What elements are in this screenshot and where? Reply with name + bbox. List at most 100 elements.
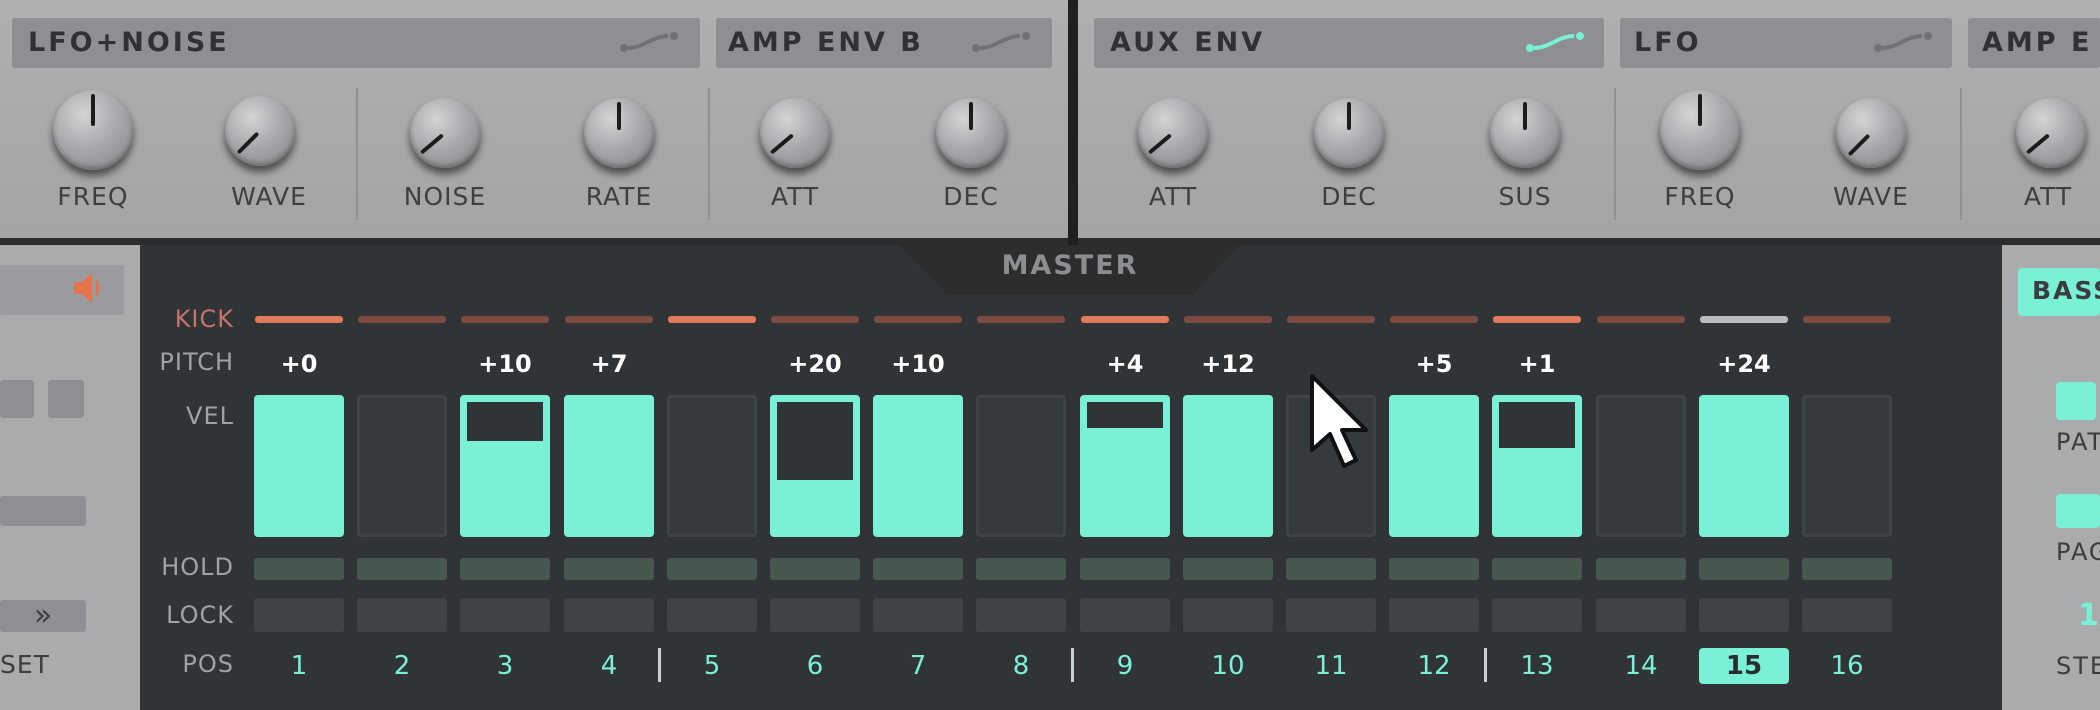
hold-step[interactable]	[873, 558, 963, 580]
position-number[interactable]: 12	[1389, 648, 1479, 684]
kick-step[interactable]	[461, 316, 549, 323]
velocity-step[interactable]	[1802, 395, 1892, 537]
kick-step[interactable]	[977, 316, 1065, 323]
lock-step[interactable]	[976, 598, 1066, 632]
att-knob[interactable]	[760, 98, 830, 168]
position-number[interactable]: 5	[667, 648, 757, 684]
kick-step[interactable]	[1493, 316, 1581, 323]
pitch-value[interactable]: +12	[1184, 350, 1272, 378]
lock-step[interactable]	[254, 598, 344, 632]
hold-step[interactable]	[1802, 558, 1892, 580]
kick-step[interactable]	[565, 316, 653, 323]
kick-step[interactable]	[1597, 316, 1685, 323]
pitch-value[interactable]: +0	[255, 350, 343, 378]
lock-step[interactable]	[1492, 598, 1582, 632]
hold-step[interactable]	[1080, 558, 1170, 580]
kick-step[interactable]	[1700, 316, 1788, 323]
freq-knob[interactable]	[1660, 90, 1740, 170]
position-number[interactable]: 2	[357, 648, 447, 684]
position-number[interactable]: 10	[1183, 648, 1273, 684]
att-knob[interactable]	[2016, 98, 2086, 168]
velocity-step[interactable]	[1596, 395, 1686, 537]
lock-step[interactable]	[460, 598, 550, 632]
hold-step[interactable]	[1389, 558, 1479, 580]
lock-step[interactable]	[357, 598, 447, 632]
position-playhead[interactable]: 15	[1699, 648, 1789, 684]
hold-step[interactable]	[460, 558, 550, 580]
left-button-a[interactable]	[0, 380, 34, 418]
page-button[interactable]	[2056, 494, 2100, 528]
track-mute-area[interactable]	[0, 265, 124, 315]
hold-step[interactable]	[1286, 558, 1376, 580]
pattern-button[interactable]	[2056, 382, 2096, 420]
lock-step[interactable]	[1596, 598, 1686, 632]
position-number[interactable]: 3	[460, 648, 550, 684]
lock-step[interactable]	[667, 598, 757, 632]
envelope-curve-icon[interactable]	[1872, 30, 1938, 54]
kick-step[interactable]	[874, 316, 962, 323]
position-number[interactable]: 7	[873, 648, 963, 684]
pitch-value[interactable]: +20	[771, 350, 859, 378]
envelope-curve-icon[interactable]	[618, 30, 684, 54]
hold-step[interactable]	[1596, 558, 1686, 580]
hold-step[interactable]	[1699, 558, 1789, 580]
velocity-step[interactable]	[254, 395, 344, 537]
velocity-step[interactable]	[873, 395, 963, 537]
kick-step[interactable]	[771, 316, 859, 323]
lock-step[interactable]	[1286, 598, 1376, 632]
freq-knob[interactable]	[53, 90, 133, 170]
velocity-step[interactable]	[667, 395, 757, 537]
velocity-step[interactable]	[976, 395, 1066, 537]
velocity-step[interactable]	[770, 395, 860, 537]
kick-step[interactable]	[255, 316, 343, 323]
hold-step[interactable]	[357, 558, 447, 580]
position-number[interactable]: 8	[976, 648, 1066, 684]
pitch-value[interactable]: +7	[565, 350, 653, 378]
pitch-value[interactable]: +10	[874, 350, 962, 378]
velocity-step[interactable]	[1389, 395, 1479, 537]
lock-step[interactable]	[1183, 598, 1273, 632]
kick-step[interactable]	[1184, 316, 1272, 323]
position-number[interactable]: 11	[1286, 648, 1376, 684]
position-number[interactable]: 9	[1080, 648, 1170, 684]
lock-step[interactable]	[1080, 598, 1170, 632]
hold-step[interactable]	[564, 558, 654, 580]
kick-step[interactable]	[1287, 316, 1375, 323]
lock-step[interactable]	[873, 598, 963, 632]
position-number[interactable]: 13	[1492, 648, 1582, 684]
left-button-b[interactable]	[48, 380, 84, 418]
velocity-step[interactable]	[1699, 395, 1789, 537]
wave-knob[interactable]	[225, 96, 295, 166]
kick-step[interactable]	[1390, 316, 1478, 323]
dec-knob[interactable]	[1314, 98, 1384, 168]
kick-step[interactable]	[358, 316, 446, 323]
step-value[interactable]: 1	[2078, 598, 2099, 633]
kick-step[interactable]	[1803, 316, 1891, 323]
hold-step[interactable]	[1492, 558, 1582, 580]
dec-knob[interactable]	[936, 98, 1006, 168]
position-number[interactable]: 14	[1596, 648, 1686, 684]
hold-step[interactable]	[770, 558, 860, 580]
pitch-value[interactable]: +4	[1081, 350, 1169, 378]
velocity-step[interactable]	[1492, 395, 1582, 537]
speaker-icon[interactable]	[72, 270, 102, 306]
hold-step[interactable]	[976, 558, 1066, 580]
envelope-curve-icon[interactable]	[970, 30, 1036, 54]
lock-step[interactable]	[1699, 598, 1789, 632]
velocity-step[interactable]	[460, 395, 550, 537]
sus-knob[interactable]	[1490, 98, 1560, 168]
noise-knob[interactable]	[410, 98, 480, 168]
position-number[interactable]: 16	[1802, 648, 1892, 684]
position-number[interactable]: 4	[564, 648, 654, 684]
envelope-curve-icon-active[interactable]	[1524, 30, 1590, 54]
velocity-step[interactable]	[1183, 395, 1273, 537]
hold-step[interactable]	[1183, 558, 1273, 580]
lock-step[interactable]	[1802, 598, 1892, 632]
att-knob[interactable]	[1138, 98, 1208, 168]
velocity-step[interactable]	[1080, 395, 1170, 537]
hold-step[interactable]	[254, 558, 344, 580]
lock-step[interactable]	[1389, 598, 1479, 632]
hold-step[interactable]	[667, 558, 757, 580]
wave-knob[interactable]	[1836, 98, 1906, 168]
position-number[interactable]: 1	[254, 648, 344, 684]
